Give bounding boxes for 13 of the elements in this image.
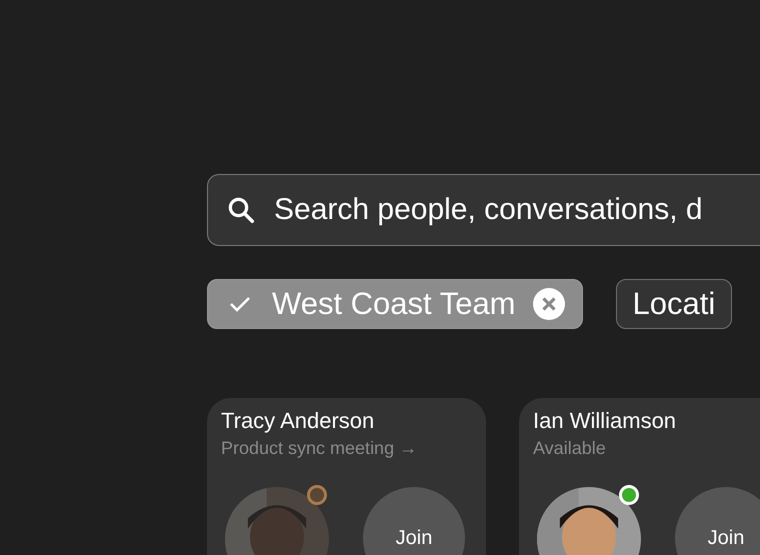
join-button[interactable]: Join: [675, 487, 760, 555]
person-name: Ian Williamson: [533, 408, 678, 434]
person-card[interactable]: Ian Williamson Available Join: [519, 398, 760, 555]
person-name: Tracy Anderson: [221, 408, 376, 434]
join-button[interactable]: Join: [363, 487, 465, 555]
search-icon: [226, 195, 256, 225]
search-field[interactable]: Search people, conversations, d: [274, 193, 760, 227]
status-text: Product sync meeting →: [221, 438, 418, 459]
clear-icon[interactable]: [532, 288, 565, 320]
search-bar[interactable]: Search people, conversations, d: [207, 174, 760, 246]
person-card[interactable]: Tracy Anderson Product sync meeting → Join: [207, 398, 486, 555]
filter-chip[interactable]: Locati: [616, 279, 732, 329]
status-text: Available: [533, 438, 607, 459]
